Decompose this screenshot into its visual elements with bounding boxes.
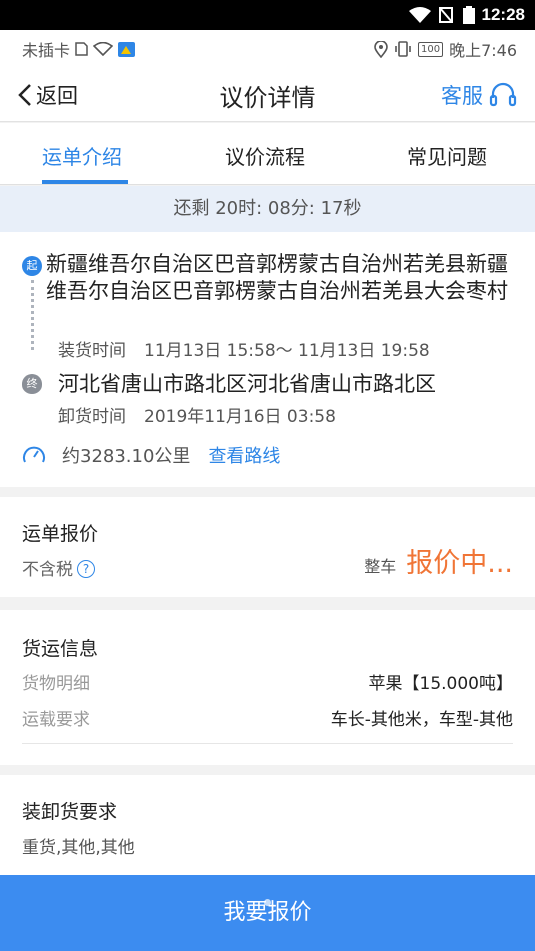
quote-type: 整车 — [364, 557, 397, 576]
customer-service-button[interactable]: 客服 — [441, 80, 517, 110]
help-icon[interactable]: ? — [77, 560, 95, 578]
vibrate-icon — [395, 41, 411, 57]
top-navigation-bar: 返回 议价详情 客服 — [0, 64, 535, 122]
transport-requirement-value: 车长-其他米，车型-其他 — [330, 710, 513, 730]
app-notification-icon — [118, 41, 136, 57]
unload-time-value: 2019年11月16日 03:58 — [144, 407, 336, 427]
status-bar: 未插卡 100 晚上7:46 — [0, 30, 535, 64]
end-marker: 终 — [22, 374, 42, 394]
battery-icon — [463, 6, 475, 24]
tab-waybill-intro[interactable]: 运单介绍 — [42, 141, 122, 170]
speedometer-icon — [23, 446, 45, 463]
tax-note-row: 不含税? — [22, 555, 95, 580]
divider — [22, 743, 513, 744]
sim-icon — [75, 42, 88, 56]
handling-title: 装卸货要求 — [22, 801, 118, 823]
no-signal-icon — [439, 7, 453, 23]
unload-time-row: 卸货时间 2019年11月16日 03:58 — [58, 402, 336, 427]
distance-value: 约3283.10公里 — [62, 446, 191, 467]
route-section: 起 新疆维吾尔自治区巴音郭楞蒙古自治州若羌县新疆维吾尔自治区巴音郭楞蒙古自治州若… — [0, 232, 535, 487]
battery-level: 100 — [417, 41, 444, 57]
quote-state: 报价中... — [406, 548, 513, 579]
submit-quote-button[interactable]: 我要报价 — [0, 875, 535, 951]
sim-status: 未插卡 — [22, 41, 71, 60]
end-address: 河北省唐山市路北区河北省唐山市路北区 — [58, 372, 436, 396]
distance-row: 约3283.10公里 查看路线 — [22, 442, 280, 468]
system-time: 12:28 — [481, 5, 525, 24]
wifi-icon — [409, 7, 431, 23]
load-time-label: 装货时间 — [58, 341, 126, 361]
active-tab-indicator — [42, 180, 128, 184]
tab-bar: 运单介绍 议价流程 常见问题 — [0, 123, 535, 185]
start-address: 新疆维吾尔自治区巴音郭楞蒙古自治州若羌县新疆维吾尔自治区巴音郭楞蒙古自治州若羌县… — [46, 252, 508, 303]
countdown-banner: 还剩 20时: 08分: 17秒 — [0, 186, 535, 232]
cargo-detail-label: 货物明细 — [22, 674, 90, 694]
cargo-info-title: 货运信息 — [22, 638, 99, 660]
clock: 晚上7:46 — [449, 41, 517, 60]
location-icon — [374, 40, 388, 58]
quote-title: 运单报价 — [22, 523, 99, 545]
start-marker: 起 — [22, 256, 42, 276]
cargo-info-section: 货运信息 货物明细 苹果【15.000吨】 运载要求 车长-其他米，车型-其他 — [0, 610, 535, 765]
tax-note: 不含税 — [22, 560, 73, 580]
view-route-link[interactable]: 查看路线 — [208, 442, 280, 468]
quote-section: 运单报价 不含税? 整车 报价中... — [0, 497, 535, 597]
route-connector — [31, 280, 34, 350]
wifi-icon — [93, 42, 114, 56]
system-status-bar: 12:28 — [0, 0, 535, 30]
tab-bargain-process[interactable]: 议价流程 — [225, 141, 305, 170]
transport-requirement-label: 运载要求 — [22, 710, 90, 730]
cargo-detail-value: 苹果【15.000吨】 — [368, 674, 513, 694]
unload-time-label: 卸货时间 — [58, 407, 126, 427]
load-time-row: 装货时间 11月13日 15:58～ 11月13日 19:58 — [58, 336, 430, 361]
customer-service-label: 客服 — [441, 84, 483, 108]
handling-value: 重货,其他,其他 — [22, 838, 135, 858]
touch-indicator — [264, 899, 271, 906]
headset-icon — [489, 82, 517, 107]
handling-section: 装卸货要求 重货,其他,其他 — [0, 775, 535, 875]
load-time-value: 11月13日 15:58～ 11月13日 19:58 — [144, 341, 430, 361]
quote-status: 整车 报价中... — [364, 541, 513, 580]
tab-faq[interactable]: 常见问题 — [407, 141, 487, 170]
